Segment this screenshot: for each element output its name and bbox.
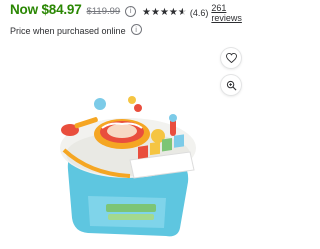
purchase-note: Price when purchased online xyxy=(10,25,126,36)
rating: ★ ★ ★ ★ ★ (4.6) 261 reviews xyxy=(142,3,249,23)
heart-icon xyxy=(225,53,237,63)
zoom-in-icon xyxy=(226,80,236,90)
was-price: $119.99 xyxy=(86,6,121,17)
zoom-button[interactable] xyxy=(221,75,241,95)
star-icon: ★ xyxy=(168,7,178,18)
info-icon[interactable]: i xyxy=(125,5,137,17)
favorite-button[interactable] xyxy=(221,48,241,68)
star-rating: ★ ★ ★ ★ ★ xyxy=(142,8,187,18)
reviews-link[interactable]: 261 reviews xyxy=(211,3,249,23)
price-row: Now $84.97 $119.99 i xyxy=(10,2,137,18)
star-icon: ★ xyxy=(142,7,151,18)
star-icon: ★ xyxy=(150,7,160,18)
current-price: Now $84.97 xyxy=(10,2,82,17)
star-icon: ★ xyxy=(159,7,169,18)
purchase-note-row: Price when purchased online i xyxy=(10,24,142,36)
half-star-icon: ★ xyxy=(177,7,187,18)
rating-value: (4.6) xyxy=(189,8,209,18)
info-icon[interactable]: i xyxy=(130,24,142,35)
product-image[interactable] xyxy=(30,78,220,238)
